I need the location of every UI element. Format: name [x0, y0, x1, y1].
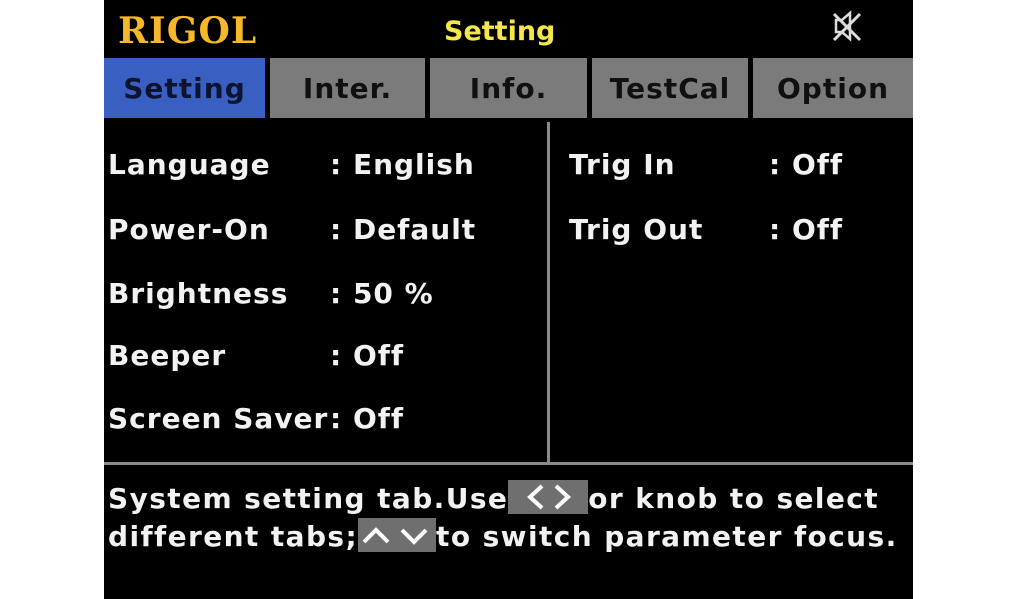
param-value: : Off [769, 148, 844, 181]
param-label: Screen Saver [108, 402, 329, 435]
param-label: Beeper [108, 339, 227, 372]
vertical-divider [547, 122, 550, 462]
horizontal-divider [104, 462, 913, 465]
param-label: Power-On [108, 213, 270, 246]
tab-info[interactable]: Info. [430, 58, 592, 118]
help-text-segment: or knob to select [588, 482, 880, 515]
help-text-segment: to switch parameter focus. [436, 520, 898, 553]
tab-option[interactable]: Option [753, 58, 913, 118]
left-right-arrows-icon [508, 480, 589, 514]
tab-interface[interactable]: Inter. [270, 58, 430, 118]
param-label: Trig Out [569, 213, 704, 246]
param-value: : Default [330, 213, 477, 246]
param-value: : English [330, 148, 475, 181]
tab-setting[interactable]: Setting [104, 58, 270, 118]
param-label: Language [108, 148, 271, 181]
param-value: : Off [769, 213, 844, 246]
rigol-logo: RIGOL [118, 10, 258, 52]
tab-bar: Setting Inter. Info. TestCal Option [104, 58, 913, 118]
help-line-1: System setting tab.Use or knob to select [108, 480, 898, 518]
help-line-2: different tabs; to switch parameter focu… [108, 518, 898, 556]
param-value: : 50 % [330, 277, 434, 310]
param-value: : Off [330, 402, 405, 435]
param-value: : Off [330, 339, 405, 372]
help-text-segment: System setting tab.Use [108, 482, 509, 515]
param-label: Trig In [569, 148, 676, 181]
instrument-screen: RIGOL Setting Setting Inter. Info. TestC… [104, 0, 913, 599]
page-title: Setting [444, 16, 556, 47]
up-down-arrows-icon [358, 518, 437, 552]
tab-testcal[interactable]: TestCal [592, 58, 753, 118]
param-label: Brightness [108, 277, 289, 310]
help-text: System setting tab.Use or knob to select… [108, 480, 898, 556]
mute-icon [832, 10, 862, 42]
help-text-segment: different tabs; [108, 520, 359, 553]
